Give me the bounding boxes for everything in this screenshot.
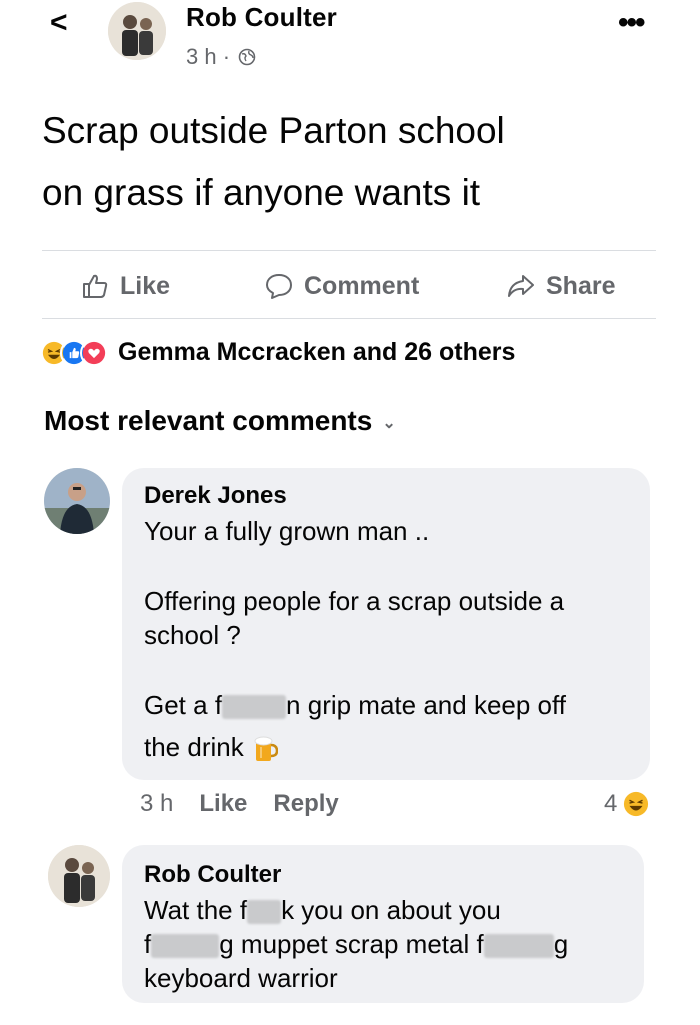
comment-bubble: Derek Jones Your a fully grown man .. Of… — [122, 468, 650, 780]
post-text: Scrap outside Parton school on grass if … — [42, 100, 662, 224]
comment-text-line: keyboard warrior — [144, 963, 338, 993]
censor-blur — [247, 900, 282, 925]
haha-reaction-icon — [624, 791, 649, 817]
comment-label: Comment — [304, 271, 420, 300]
comment-button[interactable]: Comment — [264, 262, 419, 310]
comment-reaction-count: 4 — [604, 790, 618, 817]
post-header: < Rob Coulter 3 h · ••• — [0, 0, 700, 80]
thumbs-up-icon — [83, 274, 108, 298]
comment-text-fragment: g muppet scrap metal f — [219, 929, 484, 959]
author-name[interactable]: Rob Coulter — [186, 2, 337, 33]
comment-text-line: Your a fully grown man .. — [144, 516, 430, 546]
share-arrow-icon — [508, 275, 534, 297]
comment-time: 3 h — [140, 790, 174, 817]
share-button[interactable]: Share — [506, 262, 615, 310]
commenter-avatar[interactable] — [48, 845, 110, 907]
comment-text-line: Wat the f k you on about you — [144, 895, 501, 926]
post-meta: 3 h · — [186, 44, 256, 70]
divider — [42, 318, 656, 319]
post-text-line: Scrap outside Parton school — [42, 110, 505, 151]
reactions-summary[interactable]: Gemma Mccracken and 26 others — [40, 338, 515, 367]
comment-reply-button[interactable]: Reply — [273, 790, 338, 818]
comment-text-line: f g muppet scrap metal f g — [144, 929, 568, 960]
chevron-down-icon: ⌄ — [382, 415, 396, 432]
comment-text-fragment: Get a f — [144, 690, 223, 720]
censor-blur — [151, 934, 220, 959]
share-label: Share — [546, 271, 616, 300]
comment-text-fragment: n grip mate and keep off — [286, 690, 566, 720]
comment-text-fragment: the drink — [144, 732, 244, 762]
comment-text-fragment: f — [144, 929, 152, 959]
comment-text-fragment: g — [553, 929, 569, 959]
post-time: 3 h · — [186, 44, 231, 69]
like-button[interactable]: Like — [80, 262, 170, 310]
comment-text-fragment: k you on about you — [281, 895, 501, 925]
back-chevron-icon[interactable]: < — [50, 6, 68, 40]
post-actions: Like Comment Share — [0, 262, 700, 310]
censor-blur — [222, 695, 287, 720]
comments-filter[interactable]: Most relevant comments ⌄ — [44, 405, 396, 437]
comment-meta: 3 h Like Reply — [140, 790, 339, 818]
comment-text-line: Offering people for a scrap outside a — [144, 586, 565, 616]
comment-text-fragment: Wat the f — [144, 895, 248, 925]
commenter-name[interactable]: Rob Coulter — [144, 861, 281, 889]
author-avatar[interactable] — [108, 2, 166, 60]
censor-blur — [483, 934, 554, 959]
reactions-text[interactable]: Gemma Mccracken and 26 others — [118, 338, 515, 367]
comment-reactions[interactable]: 4 — [604, 790, 649, 818]
globe-icon — [238, 48, 256, 66]
divider — [42, 250, 656, 251]
love-reaction-icon — [80, 338, 108, 367]
commenter-avatar[interactable] — [44, 468, 110, 534]
comment-text-line: school ? — [144, 620, 241, 650]
commenter-name[interactable]: Derek Jones — [144, 482, 287, 510]
post-text-line: on grass if anyone wants it — [42, 172, 481, 213]
beer-emoji — [254, 736, 278, 762]
comment-text-line: the drink — [144, 732, 278, 763]
comment-like-button[interactable]: Like — [199, 790, 247, 818]
comment-text-line: Get a f n grip mate and keep off — [144, 690, 566, 721]
more-dots-icon[interactable]: ••• — [618, 6, 645, 40]
like-label: Like — [120, 271, 171, 300]
comment-bubble-icon — [266, 274, 292, 299]
comment-bubble: Rob Coulter Wat the fk you on about you … — [122, 845, 644, 1003]
comments-filter-label: Most relevant comments — [44, 405, 373, 436]
